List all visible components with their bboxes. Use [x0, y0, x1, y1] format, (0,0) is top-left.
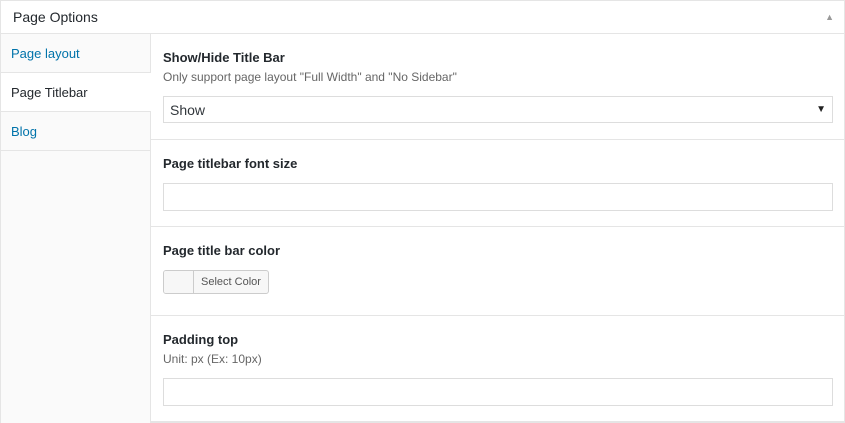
select-color-button[interactable]: Select Color: [163, 270, 269, 294]
field-description: Only support page layout "Full Width" an…: [163, 70, 457, 84]
page-options-metabox: Page Options ▲ Page layout Page Titlebar…: [0, 0, 845, 423]
tab-label: Page Titlebar: [11, 84, 88, 100]
field-title-bar-color: Page title bar color Select Color: [151, 227, 844, 316]
collapse-arrow-up-icon[interactable]: ▲: [825, 13, 834, 22]
options-content: Show/Hide Title Bar Only support page la…: [151, 34, 844, 423]
field-padding-top: Padding top Unit: px (Ex: 10px): [151, 316, 844, 422]
metabox-header[interactable]: Page Options ▲: [1, 1, 844, 34]
padding-top-input[interactable]: [163, 378, 833, 406]
title-bar-select[interactable]: Show ▼: [163, 96, 833, 123]
field-label: Page title bar color: [163, 243, 281, 258]
tab-label: Blog: [11, 123, 38, 139]
field-font-size: Page titlebar font size: [151, 140, 844, 227]
tab-label: Page layout: [11, 45, 80, 61]
field-title-bar: Show/Hide Title Bar Only support page la…: [151, 34, 844, 140]
select-value: Show: [170, 101, 206, 118]
select-color-label: Select Color: [201, 276, 261, 288]
tab-page-layout[interactable]: Page layout: [1, 34, 150, 73]
tab-blog[interactable]: Blog: [1, 112, 150, 151]
options-tabs: Page layout Page Titlebar Blog: [1, 34, 151, 423]
metabox-title: Page Options: [13, 9, 98, 25]
field-label: Padding top: [163, 332, 239, 347]
field-label: Show/Hide Title Bar: [163, 50, 285, 65]
font-size-input[interactable]: [163, 183, 833, 211]
field-label: Page titlebar font size: [163, 156, 298, 171]
field-description: Unit: px (Ex: 10px): [163, 352, 262, 366]
chevron-down-icon: ▼: [816, 104, 826, 115]
metabox-body: Page layout Page Titlebar Blog Show/Hide…: [1, 34, 844, 423]
tab-page-titlebar[interactable]: Page Titlebar: [1, 73, 151, 112]
color-swatch: [164, 271, 194, 293]
